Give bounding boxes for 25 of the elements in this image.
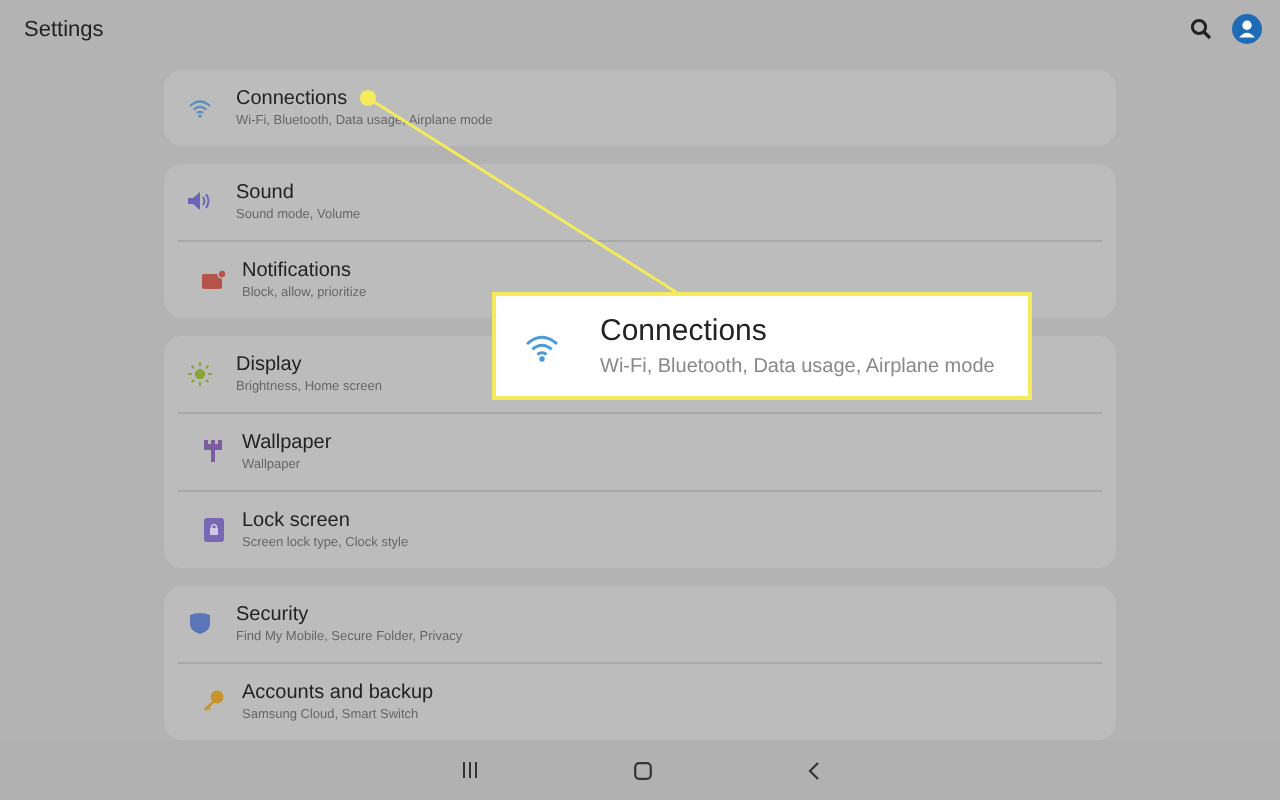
key-icon: [202, 690, 224, 713]
lock-icon: [203, 517, 223, 542]
wifi-icon: [524, 331, 560, 361]
callout-subtitle: Wi-Fi, Bluetooth, Data usage, Airplane mode: [600, 356, 995, 378]
page-title: Settings: [24, 17, 104, 42]
setting-title[interactable]: Lock screen: [242, 509, 409, 532]
setting-title[interactable]: Security: [236, 603, 463, 626]
speaker-icon: [188, 192, 212, 211]
setting-title[interactable]: Accounts and backup: [242, 681, 434, 704]
recent-apps-icon[interactable]: [461, 762, 477, 779]
setting-title[interactable]: Connections: [236, 87, 493, 110]
wifi-icon: [188, 97, 212, 118]
shield-icon: [190, 612, 210, 635]
callout-title: Connections: [600, 314, 769, 348]
brush-icon: [204, 440, 222, 463]
setting-title[interactable]: Sound: [236, 181, 361, 204]
search-icon[interactable]: [1190, 18, 1212, 41]
setting-title[interactable]: Display: [236, 353, 382, 376]
sun-icon: [188, 361, 212, 386]
profile-icon[interactable]: [1232, 14, 1262, 45]
home-icon[interactable]: [633, 761, 651, 780]
setting-title[interactable]: Wallpaper: [242, 431, 332, 454]
setting-title[interactable]: Notifications: [242, 259, 367, 282]
notification-icon: [201, 269, 225, 290]
back-icon[interactable]: [807, 761, 819, 780]
